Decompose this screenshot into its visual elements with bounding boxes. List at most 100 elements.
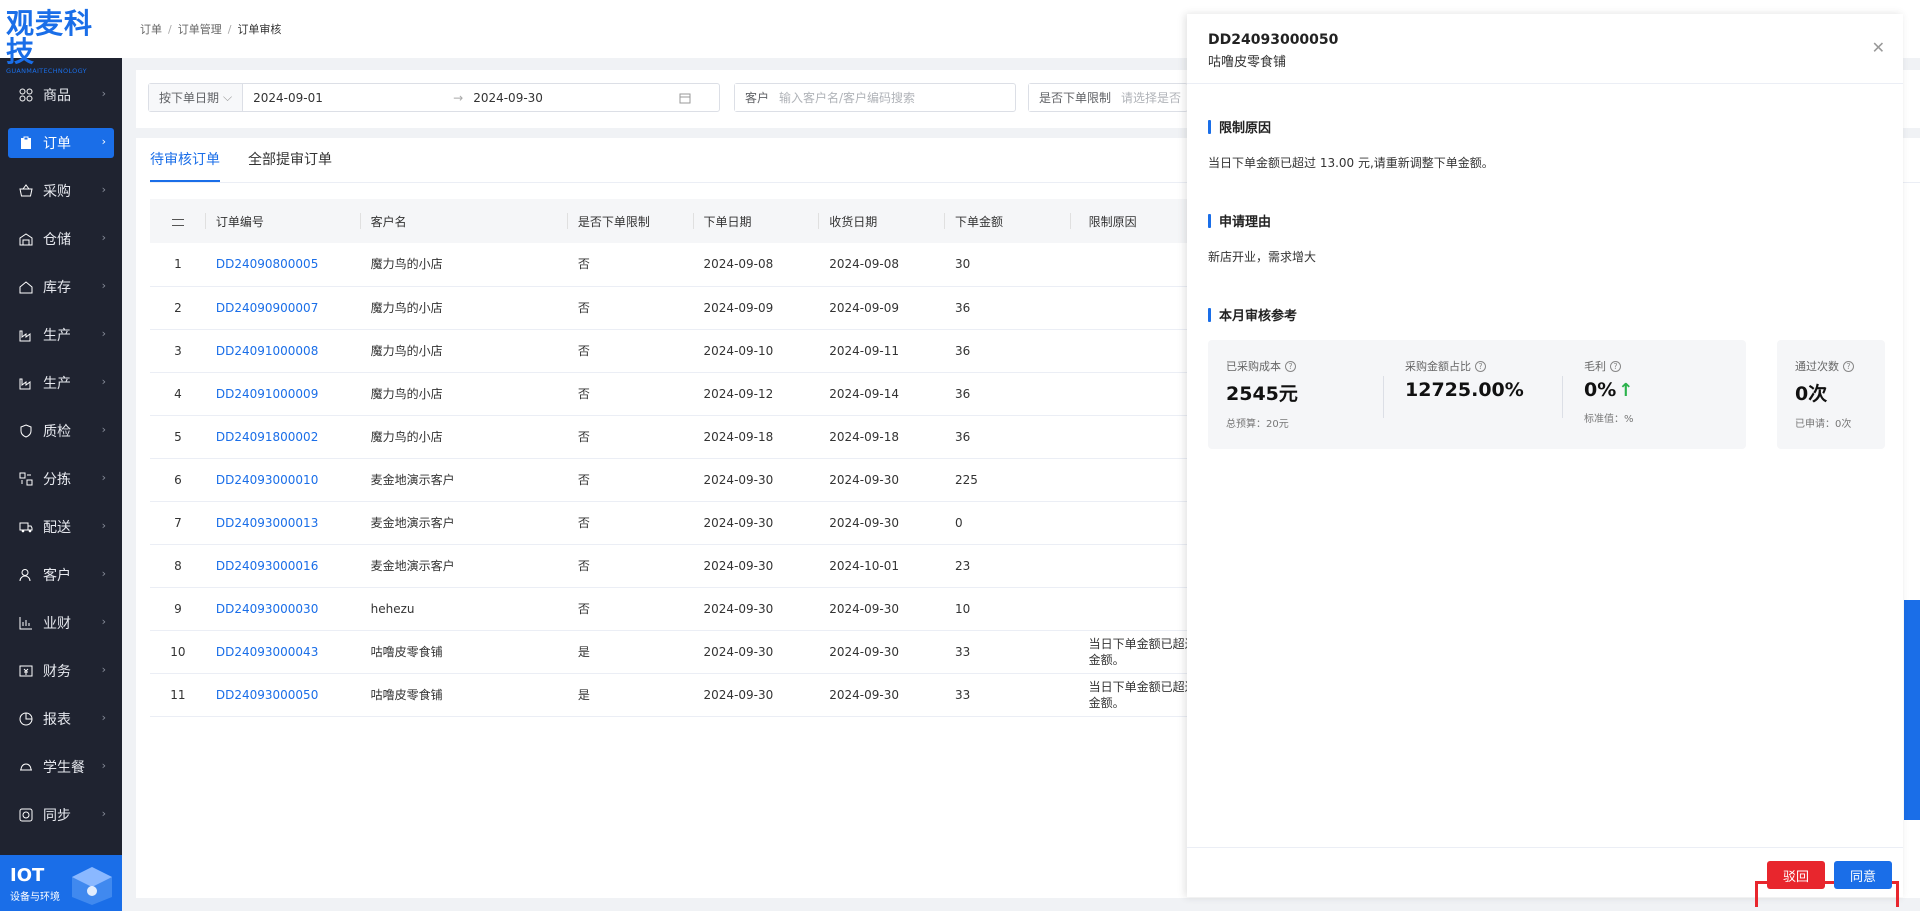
metric-value: 0次	[1795, 383, 1828, 405]
order-id-link[interactable]: DD24093000030	[216, 602, 318, 616]
limit-filter-label: 是否下单限制	[1029, 84, 1112, 111]
help-icon[interactable]: ?	[1610, 360, 1621, 372]
cell-customer: hehezu	[360, 587, 568, 631]
table-row[interactable]: 4 DD24091000009 魔力鸟的小店否 2024-09-12 2024-09-1…	[150, 372, 1350, 416]
cell-index: 7	[150, 501, 206, 545]
chevron-right-icon: ›	[101, 375, 106, 388]
sidebar-item-13[interactable]: 报表 ›	[8, 704, 114, 734]
breadcrumb-separator: /	[168, 22, 172, 36]
cell-amount: 36	[944, 415, 1071, 459]
help-icon[interactable]: ?	[1285, 360, 1296, 372]
order-id-link[interactable]: DD24091000008	[216, 344, 318, 358]
breadcrumb-item-current: 订单审核	[237, 23, 282, 36]
floating-side-tab[interactable]	[1904, 600, 1920, 820]
house-icon	[18, 279, 34, 295]
section-marker	[1208, 307, 1211, 322]
order-id-link[interactable]: DD24091800002	[216, 430, 318, 444]
table-row[interactable]: 8 DD24093000016 麦金地演示客户否 2024-09-30 2024-10-…	[150, 544, 1350, 588]
sidebar-item-2[interactable]: 采购 ›	[8, 176, 114, 206]
chevron-right-icon: ›	[101, 615, 106, 628]
metric-sub: 标准值：%	[1584, 414, 1634, 425]
breadcrumb-item-orders[interactable]: 订单	[140, 21, 162, 37]
order-id-link[interactable]: DD24093000050	[216, 688, 318, 702]
sidebar-item-5[interactable]: 生产 ›	[8, 320, 114, 350]
chevron-right-icon: ›	[101, 423, 106, 436]
col-header-customer: 客户名	[360, 199, 568, 243]
order-id-link[interactable]: DD24090800005	[216, 257, 318, 271]
table-row[interactable]: 3 DD24091000008 魔力鸟的小店否 2024-09-10 2024-09-1…	[150, 329, 1350, 373]
order-id-link[interactable]: DD24093000016	[216, 559, 318, 573]
arrow-right-icon: →	[453, 90, 464, 105]
date-type-label: 按下单日期	[159, 91, 220, 105]
sidebar-item-9[interactable]: 配送 ›	[8, 512, 114, 542]
sidebar-item-4[interactable]: 库存 ›	[8, 272, 114, 302]
table-row[interactable]: 11 DD24093000050 咕噜皮零食铺是 2024-09-30 2024-09-…	[150, 673, 1350, 717]
metric-value: 2545元	[1226, 383, 1298, 405]
cell-limited: 否	[567, 587, 694, 631]
sidebar-item-label: 财务	[43, 664, 71, 680]
cell-limited: 否	[567, 501, 694, 545]
date-end-input[interactable]: 2024-09-30	[473, 91, 673, 105]
customer-search-input[interactable]: 输入客户名/客户编码搜索	[769, 89, 915, 106]
sidebar: 观麦科技 GUANMAITECHNOLOGY 商品 › 订单 › 采购 › 仓储 › 库存 › 生产…	[0, 0, 122, 911]
sidebar-item-7[interactable]: 质检 ›	[8, 416, 114, 446]
calendar-icon	[679, 93, 691, 103]
customer-filter[interactable]: 客户 输入客户名/客户编码搜索	[734, 83, 1016, 112]
sidebar-item-3[interactable]: 仓储 ›	[8, 224, 114, 254]
sidebar-item-14[interactable]: 学生餐 ›	[8, 752, 114, 782]
sidebar-item-12[interactable]: 财务 ›	[8, 656, 114, 686]
table-row[interactable]: 1 DD24090800005 魔力鸟的小店否 2024-09-08 2024-09-0…	[150, 243, 1350, 287]
order-id-link[interactable]: DD24090900007	[216, 301, 318, 315]
metric-gross-margin: 毛利? 0% ↑ 标准值：%	[1584, 358, 1634, 425]
approve-button[interactable]: 同意	[1834, 861, 1892, 889]
reject-button[interactable]: 驳回	[1767, 861, 1825, 889]
table-row[interactable]: 5 DD24091800002 魔力鸟的小店否 2024-09-18 2024-09-1…	[150, 415, 1350, 459]
cell-index: 10	[150, 630, 206, 674]
drawer-customer-name: 咕噜皮零食铺	[1208, 55, 1287, 70]
sidebar-item-15[interactable]: 同步 ›	[8, 800, 114, 830]
chevron-right-icon: ›	[101, 135, 106, 148]
basket-icon	[18, 183, 34, 199]
drawer-order-id: DD24093000050	[1208, 32, 1339, 48]
breadcrumb-separator: /	[227, 22, 232, 36]
order-id-link[interactable]: DD24093000013	[216, 516, 318, 530]
date-type-select[interactable]: 按下单日期 ⌵	[149, 84, 244, 111]
chevron-right-icon: ›	[101, 87, 106, 100]
sidebar-item-0[interactable]: 商品 ›	[8, 80, 114, 110]
cell-order-date: 2024-09-30	[693, 630, 820, 674]
breadcrumb-item-order-management[interactable]: 订单管理	[178, 21, 222, 37]
help-icon[interactable]: ?	[1475, 360, 1486, 372]
limit-select[interactable]: 请选择是否	[1111, 89, 1181, 106]
table-row[interactable]: 9 DD24093000030 hehezu 否 2024-09-30 2024-09-3…	[150, 587, 1350, 631]
cell-index: 8	[150, 544, 206, 588]
help-icon[interactable]: ?	[1843, 360, 1854, 372]
logo[interactable]: 观麦科技 GUANMAITECHNOLOGY	[0, 0, 122, 75]
close-icon[interactable]: ✕	[1872, 38, 1885, 57]
table-row[interactable]: 10 DD24093000043 咕噜皮零食铺是 2024-09-30 2024-09-…	[150, 630, 1350, 674]
apply-reason-title: 申请理由	[1219, 215, 1272, 230]
date-start-input[interactable]: 2024-09-01	[243, 91, 453, 105]
date-range-filter[interactable]: 按下单日期 ⌵ 2024-09-01 → 2024-09-30	[148, 83, 720, 112]
iot-banner[interactable]: IOT 设备与环境	[0, 855, 122, 911]
chevron-right-icon: ›	[101, 567, 106, 580]
sidebar-item-1[interactable]: 订单 ›	[8, 128, 114, 158]
cell-index: 4	[150, 372, 206, 416]
order-id-link[interactable]: DD24091000009	[216, 387, 318, 401]
order-id-link[interactable]: DD24093000043	[216, 645, 318, 659]
tab-pending-review[interactable]: 待审核订单	[150, 138, 220, 182]
table-row[interactable]: 2 DD24090900007 魔力鸟的小店否 2024-09-09 2024-09-0…	[150, 286, 1350, 330]
cell-amount: 36	[944, 329, 1071, 373]
table-row[interactable]: 6 DD24093000010 麦金地演示客户否 2024-09-30 2024-09-…	[150, 458, 1350, 502]
sidebar-item-8[interactable]: 分拣 ›	[8, 464, 114, 494]
limit-filter[interactable]: 是否下单限制 请选择是否	[1028, 83, 1188, 112]
tab-all-submitted[interactable]: 全部提审订单	[248, 138, 332, 182]
order-id-link[interactable]: DD24093000010	[216, 473, 318, 487]
cell-index: 3	[150, 329, 206, 373]
sidebar-item-6[interactable]: 生产 ›	[8, 368, 114, 398]
table-row[interactable]: 7 DD24093000013 麦金地演示客户否 2024-09-30 2024-09-…	[150, 501, 1350, 545]
sidebar-item-11[interactable]: 业财 ›	[8, 608, 114, 638]
sidebar-item-10[interactable]: 客户 ›	[8, 560, 114, 590]
cell-limited: 是	[567, 673, 694, 717]
metric-label: 已采购成本	[1226, 360, 1281, 373]
cell-order-date: 2024-09-30	[693, 501, 820, 545]
